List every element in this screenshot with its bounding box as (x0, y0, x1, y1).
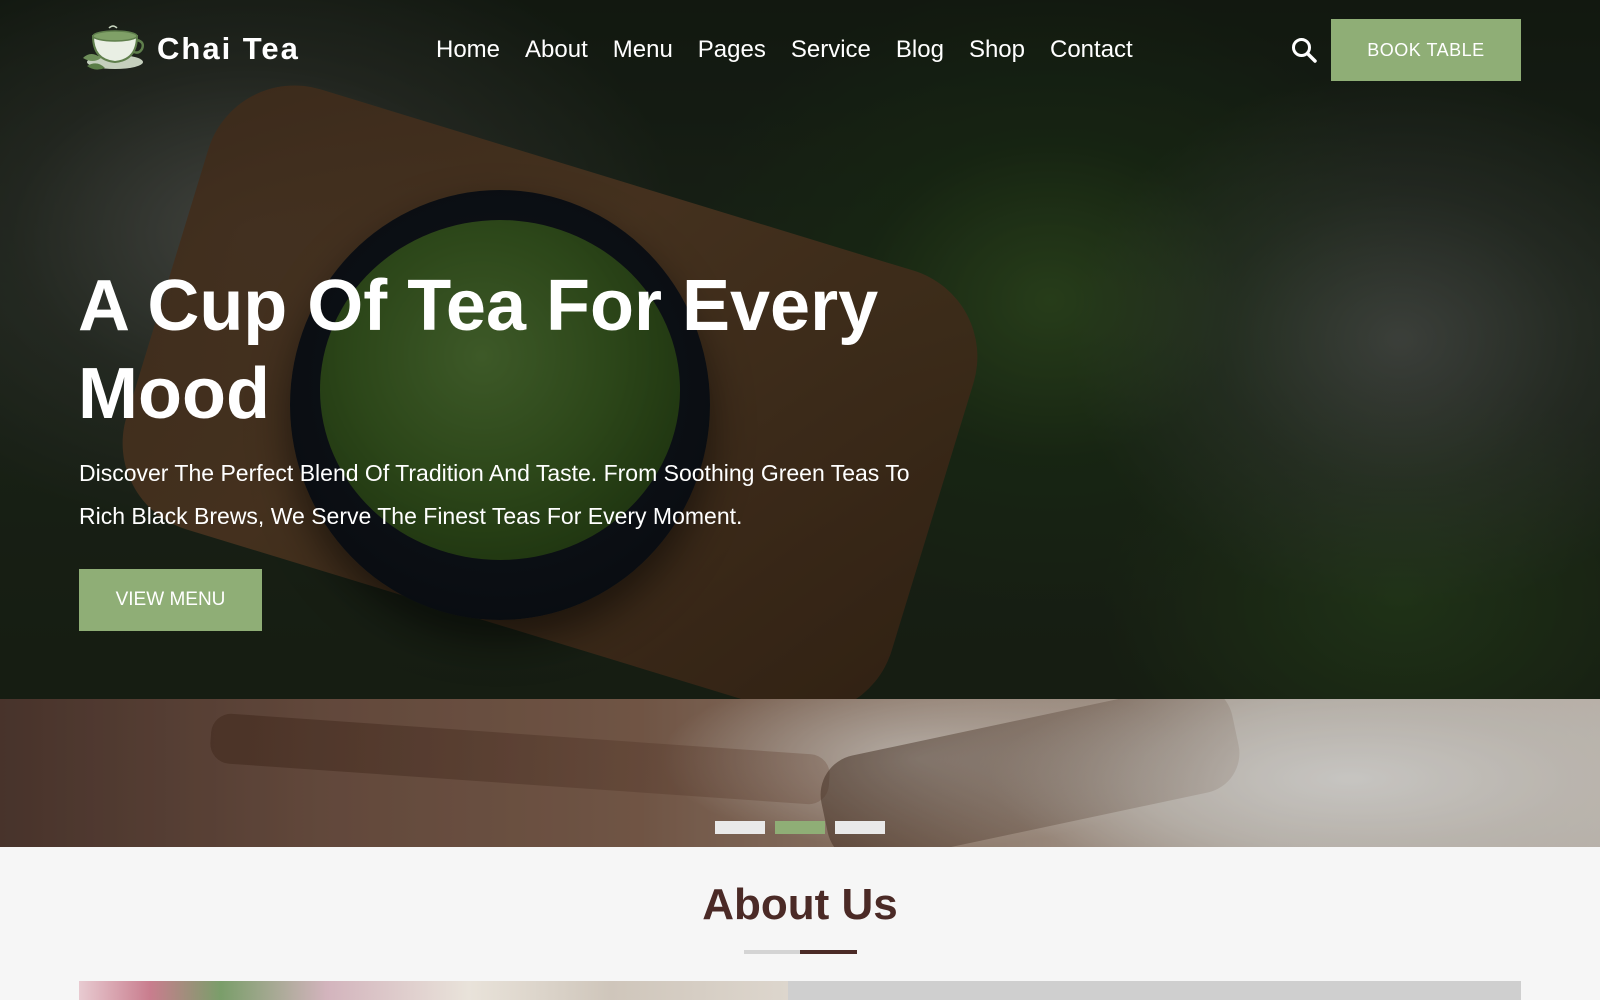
teacup-logo-icon (83, 25, 145, 70)
about-divider-accent (800, 950, 857, 954)
carousel-dot-3[interactable] (835, 821, 885, 834)
about-divider (744, 950, 857, 954)
nav-service[interactable]: Service (778, 34, 883, 66)
nav-about[interactable]: About (513, 34, 601, 66)
search-icon (1292, 38, 1317, 63)
brand-name: Chai Tea (157, 31, 300, 66)
nav-blog[interactable]: Blog (883, 34, 956, 66)
navbar: Chai Tea Home About Menu Pages Service B… (0, 0, 1600, 100)
about-title: About Us (702, 880, 898, 929)
carousel-dot-2[interactable] (775, 821, 825, 834)
search-button[interactable] (1290, 36, 1318, 64)
book-table-button[interactable]: BOOK TABLE (1331, 19, 1521, 81)
about-image (79, 981, 788, 1000)
carousel-indicators (715, 821, 885, 834)
nav-shop[interactable]: Shop (956, 34, 1037, 66)
hero-title: A Cup Of Tea For Every Mood (78, 266, 879, 434)
brand-link[interactable]: Chai Tea (79, 24, 300, 74)
nav-contact[interactable]: Contact (1038, 34, 1146, 66)
carousel-dot-1[interactable] (715, 821, 765, 834)
nav-menu[interactable]: Menu (600, 34, 685, 66)
nav-pages[interactable]: Pages (685, 34, 778, 66)
main-menu: Home About Menu Pages Service Blog Shop … (436, 34, 1145, 66)
nav-home[interactable]: Home (436, 34, 513, 66)
view-menu-button[interactable]: VIEW MENU (79, 569, 262, 631)
hero-subtitle: Discover The Perfect Blend Of Tradition … (79, 460, 910, 529)
about-panel (788, 981, 1521, 1000)
